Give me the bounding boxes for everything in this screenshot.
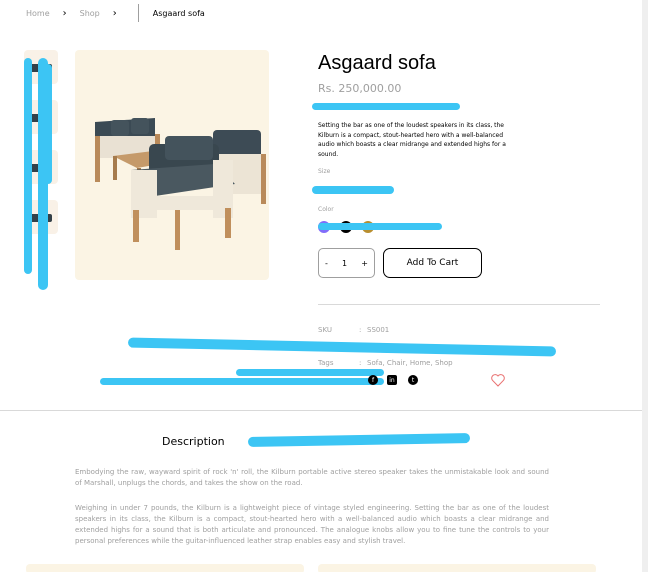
chevron-right-icon: › [62, 7, 67, 19]
quantity-increase-button[interactable]: + [361, 259, 368, 268]
breadcrumb-current: Asgaard sofa [152, 8, 205, 18]
sku-value: SS001 [367, 326, 390, 334]
quantity-decrease-button[interactable]: - [325, 259, 328, 268]
redaction-mark [312, 186, 394, 194]
twitter-icon[interactable]: t [408, 375, 418, 385]
quantity-value: 1 [342, 258, 348, 268]
gallery-card [318, 564, 596, 572]
breadcrumb: Home › Shop › Asgaard sofa [26, 4, 205, 22]
heart-icon[interactable] [490, 372, 506, 388]
product-title: Asgaard sofa [318, 52, 436, 74]
sku-colon: : [359, 326, 362, 334]
redaction-mark [236, 369, 384, 376]
description-paragraph: Weighing in under 7 pounds, the Kilburn … [75, 504, 549, 545]
redaction-mark [318, 223, 442, 230]
tags-colon: : [359, 359, 362, 367]
redaction-mark [100, 378, 384, 385]
product-short-description: Setting the bar as one of the loudest sp… [318, 122, 506, 158]
color-label: Color [318, 206, 334, 213]
add-to-cart-button[interactable]: Add To Cart [383, 248, 482, 278]
sku-label: SKU [318, 326, 332, 334]
quantity-stepper[interactable]: - 1 + [318, 248, 375, 278]
linkedin-icon[interactable]: in [387, 375, 397, 385]
redaction-mark [247, 433, 471, 447]
redaction-mark [44, 64, 52, 184]
redaction-mark [24, 58, 32, 274]
breadcrumb-divider [137, 4, 139, 22]
redaction-mark [127, 337, 557, 357]
facebook-icon[interactable]: f [368, 375, 378, 385]
redaction-mark [312, 103, 460, 110]
details-divider [318, 304, 600, 305]
tags-label: Tags [318, 359, 334, 367]
section-divider [0, 410, 642, 411]
page-edge [642, 0, 648, 572]
breadcrumb-home[interactable]: Home [26, 9, 50, 18]
sofa-illustration [95, 118, 266, 250]
product-price: Rs. 250,000.00 [318, 82, 402, 95]
description-paragraph: Embodying the raw, wayward spirit of roc… [75, 468, 549, 487]
breadcrumb-shop[interactable]: Shop [80, 9, 100, 18]
gallery-card [26, 564, 304, 572]
tab-description[interactable]: Description [162, 435, 225, 448]
product-main-image [75, 50, 269, 280]
tags-value: Sofa, Chair, Home, Shop [367, 359, 453, 367]
chevron-right-icon: › [112, 7, 117, 19]
size-label: Size [318, 168, 331, 175]
